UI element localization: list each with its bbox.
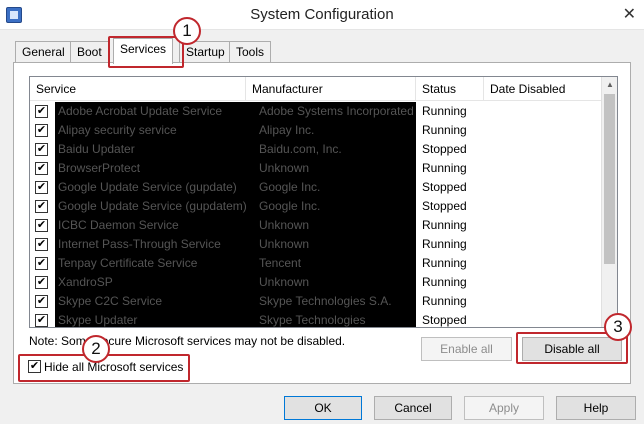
- service-name-cell: Google Update Service (gupdate): [55, 178, 256, 197]
- table-row[interactable]: ✔ BrowserProtect Unknown Running: [30, 159, 602, 178]
- ok-button[interactable]: OK: [284, 396, 362, 420]
- manufacturer-cell: Skype Technologies: [256, 311, 416, 327]
- tab-tools[interactable]: Tools: [229, 41, 272, 63]
- callout-badge-1: 1: [173, 17, 201, 45]
- service-checkbox[interactable]: ✔: [35, 257, 48, 270]
- table-row[interactable]: ✔ Google Update Service (gupdate) Google I…: [30, 178, 602, 197]
- service-checkbox[interactable]: ✔: [35, 295, 48, 308]
- apply-button[interactable]: Apply: [464, 396, 544, 420]
- table-row[interactable]: ✔ Internet Pass-Through Service Unknown Run…: [30, 235, 602, 254]
- date-disabled-cell: [490, 254, 600, 273]
- service-name-cell: XandroSP: [55, 273, 256, 292]
- date-disabled-cell: [490, 216, 600, 235]
- date-disabled-cell: [490, 102, 600, 121]
- manufacturer-cell: Unknown: [256, 235, 416, 254]
- tab-services[interactable]: Services: [113, 38, 174, 64]
- scroll-thumb[interactable]: [604, 94, 615, 264]
- service-name-cell: Baidu Updater: [55, 140, 256, 159]
- service-checkbox[interactable]: ✔: [35, 276, 48, 289]
- status-cell: Running: [422, 256, 467, 270]
- table-row[interactable]: ✔ XandroSP Unknown Running: [30, 273, 602, 292]
- date-disabled-cell: [490, 159, 600, 178]
- status-cell: Running: [422, 104, 467, 118]
- table-row[interactable]: ✔ Skype C2C Service Skype Technologies S.A…: [30, 292, 602, 311]
- manufacturer-cell: Baidu.com, Inc.: [256, 140, 416, 159]
- service-name-cell: Internet Pass-Through Service: [55, 235, 256, 254]
- service-checkbox[interactable]: ✔: [35, 105, 48, 118]
- table-row[interactable]: ✔ Skype Updater Skype Technologies Stopped: [30, 311, 602, 327]
- tab-boot[interactable]: Boot: [70, 41, 109, 63]
- help-button[interactable]: Help: [556, 396, 636, 420]
- status-cell: Running: [422, 237, 467, 251]
- tab-general[interactable]: General: [15, 41, 72, 63]
- column-header-manufacturer[interactable]: Manufacturer: [246, 77, 416, 101]
- status-cell: Running: [422, 161, 467, 175]
- manufacturer-cell: Adobe Systems Incorporated: [256, 102, 416, 121]
- service-checkbox[interactable]: ✔: [35, 143, 48, 156]
- title-bar: System Configuration ✕: [0, 0, 644, 30]
- service-checkbox[interactable]: ✔: [35, 181, 48, 194]
- manufacturer-cell: Unknown: [256, 273, 416, 292]
- status-cell: Stopped: [422, 142, 467, 156]
- service-name-cell: Skype Updater: [55, 311, 256, 327]
- service-checkbox[interactable]: ✔: [35, 200, 48, 213]
- date-disabled-cell: [490, 235, 600, 254]
- service-name-cell: Google Update Service (gupdatem): [55, 197, 256, 216]
- enable-all-button[interactable]: Enable all: [421, 337, 512, 361]
- callout-badge-3: 3: [604, 313, 632, 341]
- table-row[interactable]: ✔ Alipay security service Alipay Inc. Runni…: [30, 121, 602, 140]
- note-text: Note: Some secure Microsoft services may…: [29, 334, 346, 348]
- service-checkbox[interactable]: ✔: [35, 314, 48, 327]
- service-checkbox[interactable]: ✔: [35, 219, 48, 232]
- status-cell: Running: [422, 218, 467, 232]
- date-disabled-cell: [490, 140, 600, 159]
- service-name-cell: BrowserProtect: [55, 159, 256, 178]
- date-disabled-cell: [490, 178, 600, 197]
- manufacturer-cell: Unknown: [256, 159, 416, 178]
- column-header-status[interactable]: Status: [416, 77, 484, 101]
- manufacturer-cell: Google Inc.: [256, 178, 416, 197]
- manufacturer-cell: Google Inc.: [256, 197, 416, 216]
- services-list[interactable]: Service Manufacturer Status Date Disable…: [29, 76, 618, 328]
- service-name-cell: Skype C2C Service: [55, 292, 256, 311]
- date-disabled-cell: [490, 311, 600, 327]
- date-disabled-cell: [490, 273, 600, 292]
- date-disabled-cell: [490, 197, 600, 216]
- manufacturer-cell: Tencent: [256, 254, 416, 273]
- service-checkbox[interactable]: ✔: [35, 162, 48, 175]
- status-cell: Stopped: [422, 199, 467, 213]
- status-cell: Running: [422, 275, 467, 289]
- vertical-scrollbar[interactable]: ▲: [601, 77, 617, 327]
- column-header-service[interactable]: Service: [30, 77, 246, 101]
- service-name-cell: ICBC Daemon Service: [55, 216, 256, 235]
- close-icon[interactable]: ✕: [623, 4, 636, 24]
- status-cell: Stopped: [422, 313, 467, 327]
- service-checkbox[interactable]: ✔: [35, 238, 48, 251]
- table-row[interactable]: ✔ ICBC Daemon Service Unknown Running: [30, 216, 602, 235]
- callout-badge-2: 2: [82, 335, 110, 363]
- service-name-cell: Alipay security service: [55, 121, 256, 140]
- window-title: System Configuration: [250, 6, 394, 23]
- status-cell: Running: [422, 123, 467, 137]
- service-name-cell: Tenpay Certificate Service: [55, 254, 256, 273]
- date-disabled-cell: [490, 292, 600, 311]
- table-row[interactable]: ✔ Tenpay Certificate Service Tencent Runnin…: [30, 254, 602, 273]
- cancel-button[interactable]: Cancel: [374, 396, 452, 420]
- manufacturer-cell: Skype Technologies S.A.: [256, 292, 416, 311]
- scroll-up-icon[interactable]: ▲: [602, 77, 617, 93]
- status-cell: Running: [422, 294, 467, 308]
- date-disabled-cell: [490, 121, 600, 140]
- table-row[interactable]: ✔ Baidu Updater Baidu.com, Inc. Stopped: [30, 140, 602, 159]
- manufacturer-cell: Unknown: [256, 216, 416, 235]
- table-row[interactable]: ✔ Adobe Acrobat Update Service Adobe Syste…: [30, 102, 602, 121]
- service-name-cell: Adobe Acrobat Update Service: [55, 102, 256, 121]
- manufacturer-cell: Alipay Inc.: [256, 121, 416, 140]
- column-header-date-disabled[interactable]: Date Disabled: [484, 77, 602, 101]
- list-header: Service Manufacturer Status Date Disable…: [30, 77, 602, 101]
- service-checkbox[interactable]: ✔: [35, 124, 48, 137]
- status-cell: Stopped: [422, 180, 467, 194]
- table-row[interactable]: ✔ Google Update Service (gupdatem) Google …: [30, 197, 602, 216]
